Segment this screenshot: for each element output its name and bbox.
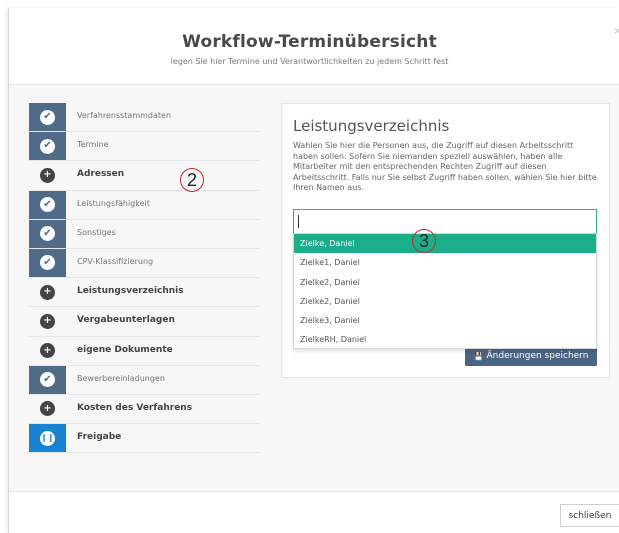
plus-circle-icon: +: [40, 343, 55, 358]
step-item[interactable]: + Adressen: [29, 161, 260, 191]
step-status-icon-box: +: [29, 337, 66, 365]
dropdown-option[interactable]: ZielkeRH, Daniel: [294, 330, 596, 349]
step-status-icon-box: +: [29, 307, 66, 335]
workflow-steps-list: ✔ Verfahrensstammdaten ✔ Termine + Adressen ✔ L…: [29, 103, 260, 454]
step-label: eigene Dokumente: [77, 344, 173, 355]
step-status-icon-box: ✔: [29, 103, 66, 131]
check-circle-icon: ✔: [40, 197, 55, 213]
step-label: Leistungsverzeichnis: [77, 286, 184, 297]
annotation-marker-2: 2: [180, 168, 204, 192]
step-item[interactable]: ❙❙ Freigabe: [29, 424, 260, 454]
step-label: Kosten des Verfahrens: [77, 402, 193, 413]
panel-description: Wahlen Sie hier die Personen aus, die Zu…: [293, 141, 597, 193]
save-changes-label: Änderungen speichern: [486, 351, 589, 361]
step-label: Bewerbereinladungen: [77, 373, 165, 383]
step-label: Adressen: [77, 169, 125, 180]
step-item[interactable]: + Vergabeunterlagen: [29, 307, 260, 337]
step-item[interactable]: ✔ Termine: [29, 132, 260, 162]
check-circle-icon: ✔: [40, 255, 55, 271]
text-caret: [298, 215, 299, 228]
step-label: Verfahrensstammdaten: [77, 111, 172, 120]
footer-divider: [9, 491, 619, 492]
pause-circle-icon: ❙❙: [40, 430, 55, 446]
annotation-marker-3: 3: [412, 229, 436, 253]
check-circle-icon: ✔: [40, 372, 55, 388]
person-search-input[interactable]: [293, 209, 597, 234]
check-circle-icon: ✔: [40, 138, 55, 154]
dropdown-option[interactable]: Zielke2, Daniel: [294, 292, 596, 311]
panel-title: Leistungsverzeichnis: [293, 117, 450, 135]
step-status-icon-box: +: [29, 278, 66, 306]
dropdown-option[interactable]: Zielke, Daniel: [294, 234, 596, 254]
plus-circle-icon: +: [40, 284, 55, 300]
step-status-icon-box: ✔: [29, 132, 66, 161]
step-status-icon-box: ✔: [29, 365, 66, 394]
close-button[interactable]: schließen: [560, 504, 619, 527]
step-item[interactable]: ✔ Sonstiges: [29, 219, 260, 249]
step-status-icon-box: +: [29, 161, 66, 189]
dropdown-option[interactable]: Zielke1, Daniel: [294, 253, 596, 272]
step-item[interactable]: ✔ Bewerbereinladungen: [29, 365, 260, 395]
check-circle-icon: ✔: [40, 109, 55, 125]
step-item[interactable]: + eigene Dokumente: [29, 336, 260, 366]
step-label: CPV-Klassifizierung: [77, 256, 154, 266]
step-item[interactable]: + Leistungsverzeichnis: [29, 278, 260, 308]
dialog-subtitle: legen Sie hier Termine und Verantwortlic…: [170, 57, 449, 66]
step-status-icon-box: ✔: [29, 190, 66, 219]
step-label: Freigabe: [77, 432, 122, 443]
step-label: Sonstiges: [77, 227, 116, 237]
step-status-icon-box: ✔: [29, 219, 66, 248]
step-label: Leistungsfähigkeit: [77, 198, 150, 208]
step-item[interactable]: ✔ Leistungsfähigkeit: [29, 190, 260, 220]
dropdown-option[interactable]: Zielke2, Daniel: [294, 273, 596, 292]
person-dropdown[interactable]: Zielke, Daniel Zielke1, Daniel Zielke2, Da…: [293, 233, 597, 349]
step-label: Vergabeunterlagen: [77, 315, 175, 326]
plus-circle-icon: +: [40, 313, 55, 329]
step-label: Termine: [77, 140, 109, 150]
floppy-disk-icon: 💾: [473, 351, 484, 361]
check-circle-icon: ✔: [40, 226, 55, 242]
step-item[interactable]: ✔ Verfahrensstammdaten: [29, 103, 260, 133]
dropdown-option[interactable]: Zielke3, Daniel: [294, 311, 596, 330]
step-status-icon-box: +: [29, 395, 66, 423]
step-item[interactable]: + Kosten des Verfahrens: [29, 394, 260, 425]
step-status-icon-box: ❙❙: [29, 424, 66, 453]
dialog-title: Workflow-Terminübersicht: [182, 32, 437, 52]
step-status-icon-box: ✔: [29, 248, 66, 277]
plus-circle-icon: +: [40, 401, 55, 417]
step-item[interactable]: ✔ CPV-Klassifizierung: [29, 248, 260, 279]
plus-circle-icon: +: [40, 167, 55, 183]
